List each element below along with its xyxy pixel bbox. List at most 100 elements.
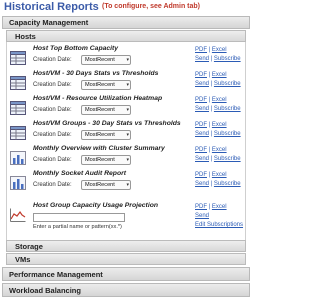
link-separator: | xyxy=(208,72,211,78)
link-separator: | xyxy=(208,204,211,210)
page-title: Historical Reports xyxy=(4,1,99,13)
table-report-icon xyxy=(10,101,26,115)
table-report-icon xyxy=(10,126,26,140)
subscribe-link[interactable]: Subscribe xyxy=(214,156,241,162)
send-link[interactable]: Send xyxy=(195,156,209,162)
link-separator: | xyxy=(210,131,213,137)
table-report-icon xyxy=(10,51,26,65)
report-links: PDF | Excel Send Edit Subscriptions xyxy=(195,203,243,230)
report-title: Host Group Capacity Usage Projection xyxy=(33,202,159,209)
link-separator: | xyxy=(210,156,213,162)
section-storage-label: Storage xyxy=(15,242,43,251)
excel-link[interactable]: Excel xyxy=(212,122,227,128)
chevron-down-icon: ▾ xyxy=(126,82,129,88)
excel-link[interactable]: Excel xyxy=(212,204,227,210)
report-links: PDF | Excel Send | Subscribe xyxy=(195,121,241,139)
report-row: Host/VM Groups - 30 Day Stats vs Thresho… xyxy=(7,120,245,148)
bar-chart-icon xyxy=(10,176,26,190)
creation-date-label: Creation Date: xyxy=(33,107,72,113)
chevron-down-icon: ▾ xyxy=(126,182,129,188)
report-title: Host/VM - Resource Utilization Heatmap xyxy=(33,95,163,102)
excel-link[interactable]: Excel xyxy=(212,147,227,153)
edit-subscriptions-link[interactable]: Edit Subscriptions xyxy=(195,222,243,228)
section-vms-label: VMs xyxy=(15,255,31,264)
subscribe-link[interactable]: Subscribe xyxy=(214,131,241,137)
link-separator: | xyxy=(208,97,211,103)
pdf-link[interactable]: PDF xyxy=(195,97,207,103)
creation-date-select[interactable]: MostRecent ▾ xyxy=(81,80,131,90)
select-value: MostRecent xyxy=(85,82,115,88)
creation-date-select[interactable]: MostRecent ▾ xyxy=(81,105,131,115)
report-links: PDF | Excel Send | Subscribe xyxy=(195,171,241,189)
pdf-link[interactable]: PDF xyxy=(195,47,207,53)
report-row: Host/VM - 30 Days Stats vs Thresholds Cr… xyxy=(7,70,245,98)
line-chart-icon xyxy=(10,208,26,222)
send-link[interactable]: Send xyxy=(195,181,209,187)
link-separator: | xyxy=(210,56,213,62)
link-separator: | xyxy=(208,147,211,153)
send-link[interactable]: Send xyxy=(195,213,209,219)
excel-link[interactable]: Excel xyxy=(212,47,227,53)
config-note: (To configure, see Admin tab) xyxy=(102,3,201,10)
report-title: Monthly Socket Audit Report xyxy=(33,170,127,177)
link-separator: | xyxy=(208,47,211,53)
section-workload-balancing[interactable]: Workload Balancing xyxy=(2,283,250,297)
section-vms[interactable]: VMs xyxy=(6,253,246,265)
chevron-down-icon: ▾ xyxy=(126,157,129,163)
section-storage[interactable]: Storage xyxy=(6,240,246,252)
section-hosts-label: Hosts xyxy=(15,32,36,41)
chevron-down-icon: ▾ xyxy=(126,57,129,63)
link-separator: | xyxy=(208,172,211,178)
creation-date-label: Creation Date: xyxy=(33,182,72,188)
section-performance-label: Performance Management xyxy=(9,270,103,279)
send-link[interactable]: Send xyxy=(195,56,209,62)
pdf-link[interactable]: PDF xyxy=(195,172,207,178)
send-link[interactable]: Send xyxy=(195,131,209,137)
hosts-report-list: Host Top Bottom Capacity Creation Date: … xyxy=(6,42,246,240)
link-separator: | xyxy=(210,181,213,187)
report-row: Host Top Bottom Capacity Creation Date: … xyxy=(7,45,245,73)
excel-link[interactable]: Excel xyxy=(212,72,227,78)
subscribe-link[interactable]: Subscribe xyxy=(214,56,241,62)
section-capacity-management[interactable]: Capacity Management xyxy=(2,16,250,29)
link-separator: | xyxy=(210,81,213,87)
pattern-hint: Enter a partial name or pattern(xx.*) xyxy=(33,224,122,230)
section-performance-management[interactable]: Performance Management xyxy=(2,267,250,281)
select-value: MostRecent xyxy=(85,182,115,188)
pdf-link[interactable]: PDF xyxy=(195,72,207,78)
creation-date-select[interactable]: MostRecent ▾ xyxy=(81,155,131,165)
subscribe-link[interactable]: Subscribe xyxy=(214,106,241,112)
report-row: Monthly Overview with Cluster Summary Cr… xyxy=(7,145,245,173)
report-title: Monthly Overview with Cluster Summary xyxy=(33,145,165,152)
table-report-icon xyxy=(10,76,26,90)
host-group-pattern-input[interactable] xyxy=(33,213,125,222)
report-row: Host/VM - Resource Utilization Heatmap C… xyxy=(7,95,245,123)
report-title: Host Top Bottom Capacity xyxy=(33,45,119,52)
select-value: MostRecent xyxy=(85,157,115,163)
creation-date-label: Creation Date: xyxy=(33,82,72,88)
subscribe-link[interactable]: Subscribe xyxy=(214,181,241,187)
select-value: MostRecent xyxy=(85,57,115,63)
report-links: PDF | Excel Send | Subscribe xyxy=(195,46,241,64)
excel-link[interactable]: Excel xyxy=(212,97,227,103)
send-link[interactable]: Send xyxy=(195,81,209,87)
pdf-link[interactable]: PDF xyxy=(195,204,207,210)
excel-link[interactable]: Excel xyxy=(212,172,227,178)
send-link[interactable]: Send xyxy=(195,106,209,112)
subscribe-link[interactable]: Subscribe xyxy=(214,81,241,87)
report-links: PDF | Excel Send | Subscribe xyxy=(195,146,241,164)
section-capacity-label: Capacity Management xyxy=(9,18,89,27)
creation-date-label: Creation Date: xyxy=(33,132,72,138)
bar-chart-icon xyxy=(10,151,26,165)
chevron-down-icon: ▾ xyxy=(126,132,129,138)
report-row-projection: Host Group Capacity Usage Projection Ent… xyxy=(7,202,245,238)
pdf-link[interactable]: PDF xyxy=(195,147,207,153)
pdf-link[interactable]: PDF xyxy=(195,122,207,128)
creation-date-label: Creation Date: xyxy=(33,157,72,163)
creation-date-select[interactable]: MostRecent ▾ xyxy=(81,180,131,190)
link-separator: | xyxy=(208,122,211,128)
creation-date-select[interactable]: MostRecent ▾ xyxy=(81,130,131,140)
section-hosts[interactable]: Hosts xyxy=(6,30,246,42)
chevron-down-icon: ▾ xyxy=(126,107,129,113)
creation-date-select[interactable]: MostRecent ▾ xyxy=(81,55,131,65)
